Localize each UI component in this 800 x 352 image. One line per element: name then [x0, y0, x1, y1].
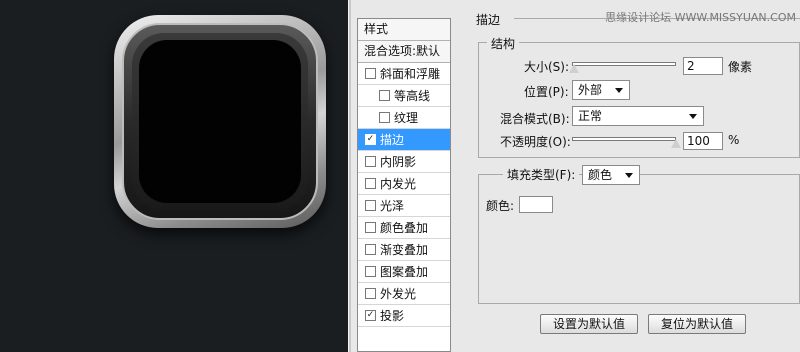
checkbox[interactable]: ✓ [365, 134, 376, 145]
checkbox[interactable] [365, 156, 376, 167]
color-label: 颜色: [486, 199, 515, 213]
checkbox[interactable] [365, 288, 376, 299]
icon-screen [139, 40, 301, 203]
size-label: 大小(S): [524, 60, 570, 74]
style-item-label: 图案叠加 [380, 265, 429, 279]
structure-title: 结构 [487, 35, 520, 52]
fill-type-row: 填充类型(F): [503, 166, 580, 184]
blend-mode-select[interactable]: 正常 [572, 106, 704, 126]
fill-type-select[interactable]: 颜色 [582, 165, 640, 185]
style-item[interactable]: ✓ 投影 [358, 305, 450, 327]
style-item-label: 渐变叠加 [380, 243, 429, 257]
icon-inner-ring [122, 23, 318, 220]
checkbox[interactable] [365, 178, 376, 189]
checkbox[interactable]: ✓ [365, 310, 376, 321]
style-item[interactable]: 内发光 [358, 173, 450, 195]
style-item-label: 投影 [380, 309, 405, 323]
checkbox[interactable] [365, 68, 376, 79]
chevron-down-icon [615, 88, 623, 93]
position-select[interactable]: 外部 [572, 80, 630, 100]
blending-options-item[interactable]: 混合选项:默认 [358, 41, 450, 63]
size-unit: 像素 [728, 60, 753, 74]
size-input[interactable]: 2 [683, 57, 723, 75]
style-item-label: 光泽 [380, 199, 405, 213]
style-item[interactable]: 纹理 [358, 107, 450, 129]
size-slider-thumb[interactable] [569, 64, 580, 73]
style-item-label: 纹理 [394, 111, 419, 125]
watermark-text: 思缘设计论坛 WWW.MISSYUAN.COM [605, 11, 796, 24]
opacity-label: 不透明度(O): [500, 135, 571, 149]
style-item[interactable]: 光泽 [358, 195, 450, 217]
position-value: 外部 [578, 83, 603, 97]
style-item[interactable]: ✓ 描边 [358, 129, 450, 151]
style-item-label: 等高线 [394, 89, 431, 103]
style-item[interactable]: 等高线 [358, 85, 450, 107]
style-item[interactable]: 图案叠加 [358, 261, 450, 283]
checkbox[interactable] [379, 112, 390, 123]
opacity-slider-thumb[interactable] [671, 139, 681, 148]
icon-preview-canvas [0, 0, 348, 352]
style-item-label: 内发光 [380, 177, 417, 191]
size-slider-track[interactable] [572, 62, 676, 66]
fill-group: 填充类型(F): [478, 166, 800, 304]
blend-mode-value: 正常 [578, 109, 603, 123]
section-title: 描边 [476, 13, 501, 27]
set-default-button[interactable]: 设置为默认值 [540, 314, 638, 334]
checkbox[interactable] [365, 200, 376, 211]
checkbox[interactable] [365, 222, 376, 233]
opacity-unit: % [728, 133, 740, 147]
style-item-label: 内阴影 [380, 155, 417, 169]
metal-frame-icon [114, 15, 326, 228]
panel-separator [348, 0, 351, 352]
style-item[interactable]: 内阴影 [358, 151, 450, 173]
checkbox[interactable] [365, 266, 376, 277]
checkbox[interactable] [365, 244, 376, 255]
fill-type-value: 颜色 [588, 168, 613, 182]
style-item-label: 外发光 [380, 287, 417, 301]
icon-bezel [132, 33, 308, 210]
opacity-slider-track[interactable] [572, 137, 676, 141]
style-item[interactable]: 斜面和浮雕 [358, 63, 450, 85]
style-item-label: 颜色叠加 [380, 221, 429, 235]
stroke-settings-panel: 描边 思缘设计论坛 WWW.MISSYUAN.COM 结构 大小(S): 2 像… [458, 0, 800, 352]
style-item[interactable]: 渐变叠加 [358, 239, 450, 261]
style-item-label: 斜面和浮雕 [380, 67, 441, 81]
blend-mode-label: 混合模式(B): [500, 112, 570, 126]
fill-type-label: 填充类型(F): [507, 168, 576, 182]
chevron-down-icon [625, 173, 633, 178]
chevron-down-icon [689, 114, 697, 119]
checkbox[interactable] [379, 90, 390, 101]
style-item[interactable]: 颜色叠加 [358, 217, 450, 239]
opacity-input[interactable]: 100 [683, 132, 723, 150]
color-swatch[interactable] [519, 196, 553, 213]
reset-default-button[interactable]: 复位为默认值 [648, 314, 746, 334]
layer-style-list: 样式 混合选项:默认 斜面和浮雕等高线纹理 ✓ 描边内阴影内发光光泽颜色叠加渐变叠加… [357, 18, 451, 352]
position-label: 位置(P): [524, 85, 569, 99]
style-item-label: 描边 [380, 133, 405, 147]
styles-header[interactable]: 样式 [358, 19, 450, 41]
style-item[interactable]: 外发光 [358, 283, 450, 305]
